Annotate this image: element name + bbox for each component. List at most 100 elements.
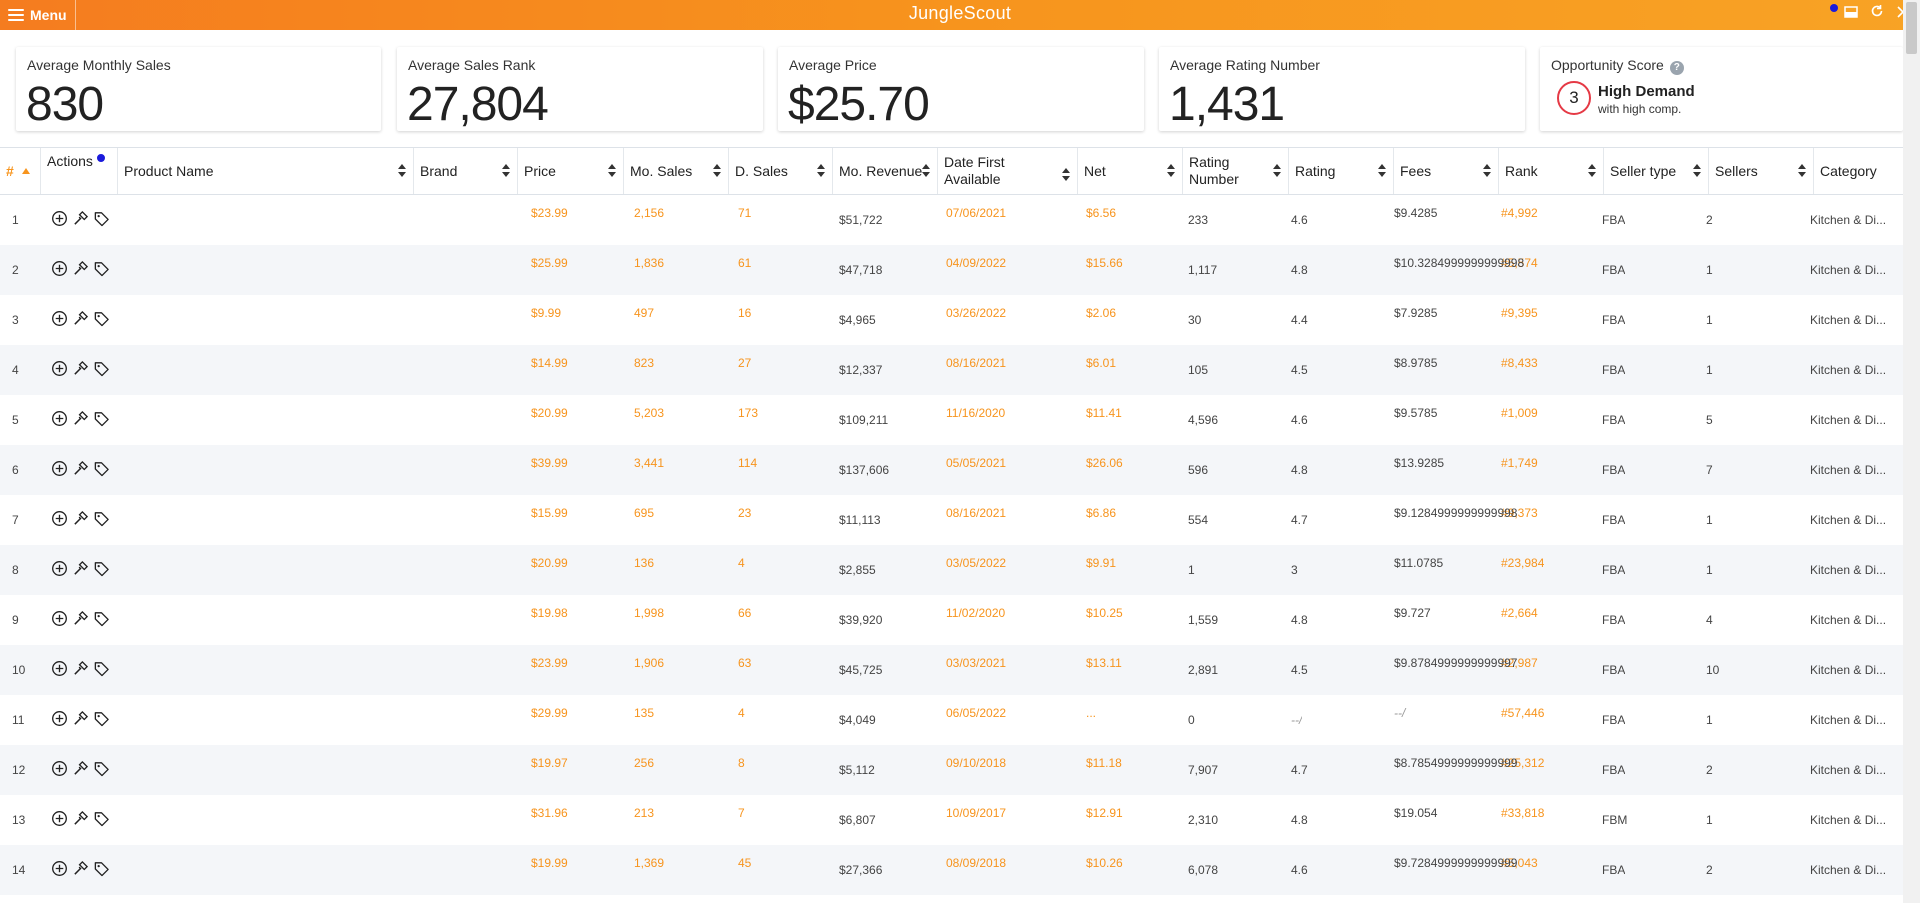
add-product-icon[interactable] [51,360,68,380]
table-row[interactable]: 2 $25.99 1,836 61 $47,718 04/09/2022 $15.66 1,1… [0,245,1903,295]
tools-icon[interactable] [72,510,89,530]
add-product-icon[interactable] [51,460,68,480]
col-header-brand[interactable]: Brand [414,148,518,194]
cell-rating-number: 6,078 [1188,863,1219,877]
tools-icon[interactable] [72,860,89,880]
table-row[interactable]: 5 $20.99 5,203 173 $109,211 11/16/2020 $11.41 4… [0,395,1903,445]
col-header-rating[interactable]: Rating [1289,148,1394,194]
cell-date: 08/09/2018 [946,856,1007,870]
cell-net: $11.18 [1086,756,1122,770]
cell-date: 10/09/2017 [946,806,1007,820]
tag-icon[interactable] [93,610,110,630]
tag-icon[interactable] [93,360,110,380]
scrollbar-thumb[interactable] [1906,2,1917,54]
cell-revenue: $109,211 [839,413,889,427]
add-product-icon[interactable] [51,210,68,230]
tools-icon[interactable] [72,610,89,630]
tools-icon[interactable] [72,710,89,730]
tools-icon[interactable] [72,660,89,680]
table-row[interactable]: 9 $19.98 1,998 66 $39,920 11/02/2020 $10.25 1,5… [0,595,1903,645]
row-number-cell [0,195,40,245]
tools-icon[interactable] [72,560,89,580]
tools-icon[interactable] [72,810,89,830]
cell-price: $14.99 [531,356,568,370]
col-header-number[interactable]: # [0,148,41,194]
cell-rating: 4.8 [1291,813,1308,827]
add-product-icon[interactable] [51,810,68,830]
row-number-cell [0,395,40,445]
tools-icon[interactable] [72,210,89,230]
tag-icon[interactable] [93,810,110,830]
row-actions [49,545,113,595]
refresh-icon[interactable] [1868,4,1886,22]
add-product-icon[interactable] [51,510,68,530]
cell-revenue: $39,920 [839,613,883,627]
col-header-category[interactable]: Category [1814,148,1903,194]
add-product-icon[interactable] [51,260,68,280]
table-row[interactable]: 6 $39.99 3,441 114 $137,606 05/05/2021 $26.06 5… [0,445,1903,495]
table-row[interactable]: 1 $23.99 2,156 71 $51,722 07/06/2021 $6.56 233 4… [0,195,1903,245]
add-product-icon[interactable] [51,860,68,880]
row-actions [49,345,113,395]
table-row[interactable]: 12 $19.97 256 8 $5,112 09/10/2018 $11.18 7,907 4… [0,745,1903,795]
add-product-icon[interactable] [51,310,68,330]
minimize-window-icon[interactable] [1842,5,1860,22]
col-header-d-sales[interactable]: D. Sales [729,148,833,194]
cell-net: $12.91 [1086,806,1123,820]
tag-icon[interactable] [93,660,110,680]
table-row[interactable]: 7 $15.99 695 23 $11,113 08/16/2021 $6.86 554 4.7… [0,495,1903,545]
cell-rating: 4.5 [1291,663,1308,677]
tag-icon[interactable] [93,860,110,880]
col-header-rank[interactable]: Rank [1499,148,1604,194]
table-row[interactable]: 3 $9.99 497 16 $4,965 03/26/2022 $2.06 30 4.4 #9,… [0,295,1903,345]
help-icon[interactable]: ? [1669,61,1684,75]
vertical-scrollbar[interactable] [1903,0,1920,903]
add-product-icon[interactable] [51,560,68,580]
col-header-sellers[interactable]: Sellers [1709,148,1814,194]
table-row[interactable]: 14 $19.99 1,369 45 $27,366 08/09/2018 $10.26 6,… [0,845,1903,895]
cell-fees: $8.7854999999999999 [1394,756,1518,770]
cell-d-sales: 63 [738,656,752,670]
tag-icon[interactable] [93,310,110,330]
cell-sellers: 1 [1706,713,1713,727]
table-row[interactable]: 4 $14.99 823 27 $12,337 08/16/2021 $6.01 105 4.5… [0,345,1903,395]
tools-icon[interactable] [72,260,89,280]
cell-rating-number: 1,559 [1188,613,1219,627]
col-header-mo-sales[interactable]: Mo. Sales [624,148,729,194]
tag-icon[interactable] [93,510,110,530]
table-row[interactable]: 10 $23.99 1,906 63 $45,725 03/03/2021 $13.11 2,… [0,645,1903,695]
tools-icon[interactable] [72,410,89,430]
add-product-icon[interactable] [51,410,68,430]
col-header-mo-revenue[interactable]: Mo. Revenue [833,148,938,194]
tools-icon[interactable] [72,760,89,780]
col-label: Seller type [1610,162,1677,179]
tag-icon[interactable] [93,260,110,280]
col-header-net[interactable]: Net [1078,148,1183,194]
add-product-icon[interactable] [51,760,68,780]
col-header-seller-type[interactable]: Seller type [1604,148,1709,194]
col-header-product-name[interactable]: Product Name [118,148,414,194]
add-product-icon[interactable] [51,710,68,730]
tag-icon[interactable] [93,710,110,730]
row-number: 1 [12,213,19,227]
col-header-rating-number[interactable]: Rating Number [1183,148,1289,194]
tools-icon[interactable] [72,310,89,330]
cell-date: 08/16/2021 [946,356,1007,370]
tag-icon[interactable] [93,410,110,430]
tag-icon[interactable] [93,210,110,230]
col-header-fees[interactable]: Fees [1394,148,1499,194]
col-header-price[interactable]: Price [518,148,624,194]
tag-icon[interactable] [93,460,110,480]
tools-icon[interactable] [72,360,89,380]
tools-icon[interactable] [72,460,89,480]
cell-net: $26.06 [1086,456,1123,470]
col-label: Fees [1400,162,1432,179]
add-product-icon[interactable] [51,660,68,680]
tag-icon[interactable] [93,760,110,780]
table-row[interactable]: 13 $31.96 213 7 $6,807 10/09/2017 $12.91 2,310 4… [0,795,1903,845]
table-row[interactable]: 8 $20.99 136 4 $2,855 03/05/2022 $9.91 1 3 #23,98… [0,545,1903,595]
tag-icon[interactable] [93,560,110,580]
table-row[interactable]: 11 $29.99 135 4 $4,049 06/05/2022... 0 --/ #57,4… [0,695,1903,745]
add-product-icon[interactable] [51,610,68,630]
col-header-date-first-available[interactable]: Date First Available [938,148,1078,194]
